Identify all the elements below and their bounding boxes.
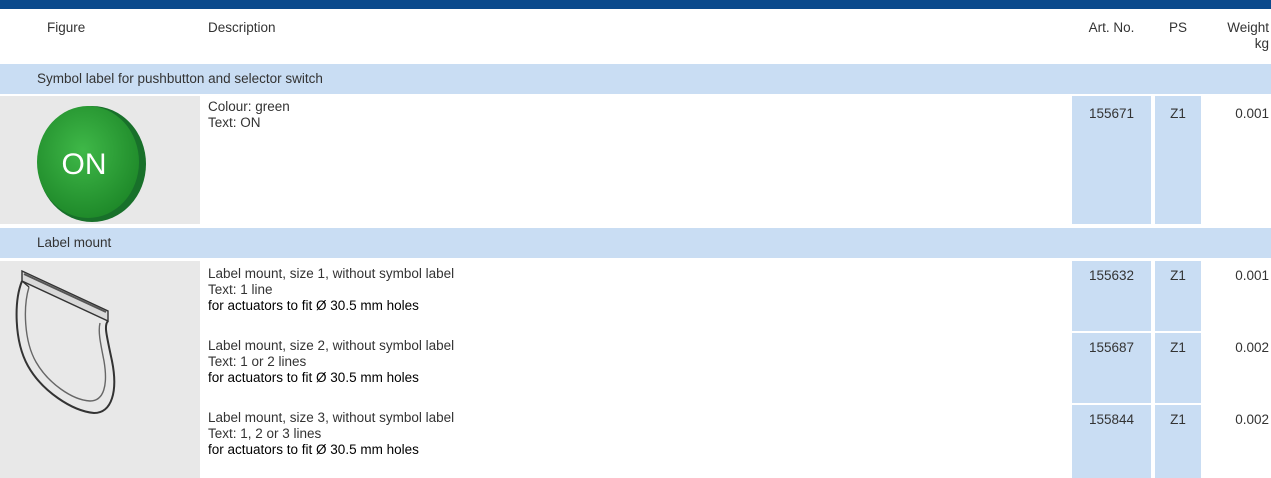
item-description: Label mount, size 2, without symbol labe… [208,338,1048,386]
item-description: Colour: green Text: ON [208,99,1048,131]
art-no: 155844 [1088,412,1135,427]
ps-value: Z1 [1170,106,1186,121]
header-figure: Figure [47,20,86,35]
item-description: Label mount, size 1, without symbol labe… [208,266,1048,314]
art-no-cell: 155844 [1072,405,1151,478]
description-line: Label mount, size 3, without symbol labe… [208,410,455,425]
ps-cell: Z1 [1155,333,1201,403]
table-row: Label mount, size 2, without symbol labe… [0,333,1271,403]
weight-value: 0.001 [1235,268,1269,283]
table-header: Figure Description Art. No. PS Weight kg [0,9,1271,64]
art-no: 155671 [1088,106,1135,121]
weight-value: 0.002 [1235,340,1269,355]
art-no-cell: 155632 [1072,261,1151,331]
section-title-row: Label mount [0,228,1271,258]
description-line: for actuators to fit Ø 30.5 mm holes [208,370,419,385]
weight-value: 0.001 [1235,106,1269,121]
button-label: ON [62,148,107,181]
top-bar [0,0,1271,9]
header-ps: PS [1168,20,1187,35]
figure-cell: ON [0,96,200,224]
ps-cell: Z1 [1155,261,1201,331]
ps-value: Z1 [1170,268,1186,283]
art-no-cell: 155687 [1072,333,1151,403]
section-title: Symbol label for pushbutton and selector… [37,71,323,86]
description-line: Colour: green [208,99,290,114]
header-weight-label: Weight [1227,20,1269,35]
table-row: ON Colour: green Text: ON 155671 Z1 0.00… [0,94,1271,224]
description-line: for actuators to fit Ø 30.5 mm holes [208,442,419,457]
ps-value: Z1 [1170,340,1186,355]
section-title: Label mount [37,235,112,250]
item-description: Label mount, size 3, without symbol labe… [208,410,1048,458]
section-title-row: Symbol label for pushbutton and selector… [0,64,1271,94]
weight-value: 0.002 [1235,412,1269,427]
ps-cell: Z1 [1155,96,1201,224]
art-no: 155632 [1088,268,1135,283]
ps-cell: Z1 [1155,405,1201,478]
description-line: Text: ON [208,115,261,130]
description-line: Text: 1, 2 or 3 lines [208,426,322,441]
art-no: 155687 [1088,340,1135,355]
description-line: Label mount, size 1, without symbol labe… [208,266,455,281]
table-row: Label mount, size 1, without symbol labe… [0,261,1271,331]
header-weight-unit: kg [1254,36,1269,51]
table-row: Label mount, size 3, without symbol labe… [0,405,1271,478]
description-line: Label mount, size 2, without symbol labe… [208,338,455,353]
header-description: Description [208,20,276,35]
description-line: Text: 1 line [208,282,273,297]
art-no-cell: 155671 [1072,96,1151,224]
description-line: for actuators to fit Ø 30.5 mm holes [208,298,419,313]
header-art-no: Art. No. [1088,20,1135,35]
description-line: Text: 1 or 2 lines [208,354,307,369]
header-weight: Weight kg [1209,20,1269,52]
ps-value: Z1 [1170,412,1186,427]
green-on-button-icon: ON [37,106,146,222]
